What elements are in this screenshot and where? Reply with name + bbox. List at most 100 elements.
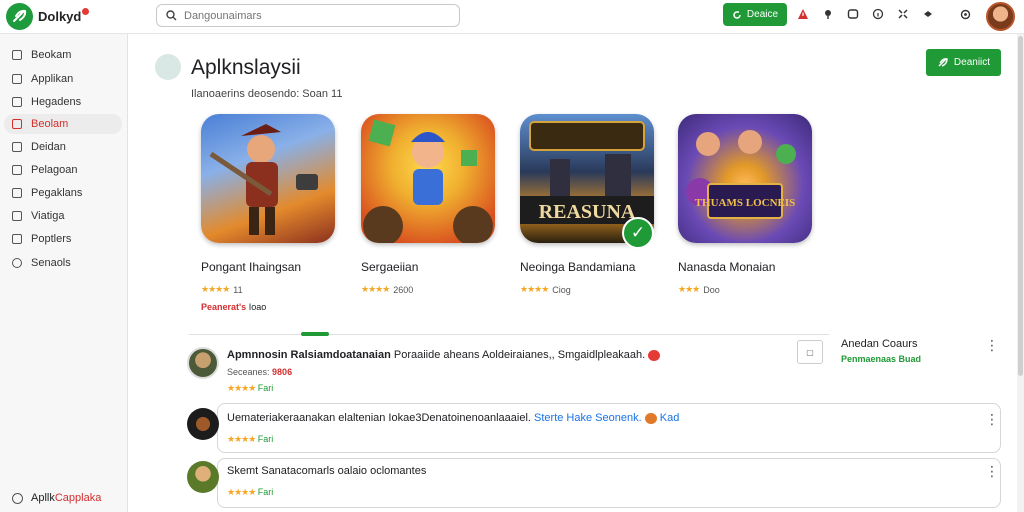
page-subtitle: Ilanoaerins deosendo: Soan 11 (191, 88, 343, 100)
main-action-label: Deaniict (953, 57, 991, 68)
rating-stars: ★★★★ (227, 487, 256, 497)
scrollbar-thumb[interactable] (1018, 36, 1023, 376)
sidebar-item-hegadens[interactable]: Hegadens (4, 92, 122, 112)
app-meta: ★★★ Doo (678, 284, 720, 295)
review-text-line: Apmnnosin Ralsiamdoatanaian Poraaiide ah… (227, 349, 661, 361)
sidebar-item-poptlers[interactable]: Poptlers (4, 229, 122, 249)
heart-icon (648, 349, 661, 361)
sidebar-item-label: Poptlers (31, 233, 72, 245)
sidebar-footer-text: ApllkCapplaka (31, 492, 101, 504)
pin-icon[interactable] (821, 7, 835, 21)
section-divider (189, 334, 829, 335)
leaf-logo-icon (6, 3, 33, 30)
doc-icon (12, 142, 22, 152)
review-rating: ★★★★ Fari (227, 383, 273, 394)
rating-stars: ★★★ (678, 284, 700, 294)
review-link[interactable]: Sterte Hake Seonenk. (534, 412, 642, 424)
app-extra: Peanerat's Ioao (201, 302, 266, 312)
app-logo[interactable]: Dolkyd (6, 3, 90, 30)
sidebar-item-beokam[interactable]: Beokam (4, 45, 122, 65)
thumbnail-overlay-text: THUAMS LOCNEIS (695, 197, 796, 209)
rating-tag: Fari (257, 434, 274, 444)
app-card[interactable]: THUAMS LOCNEIS Nanasda Monaian ★★★ Doo (678, 114, 828, 295)
app-name: Nanasda Monaian (678, 260, 776, 274)
refresh-icon (733, 10, 741, 19)
emoji-icon (644, 412, 657, 424)
rating-count: Doo (703, 284, 720, 295)
sidebar-item-label: Pegaklans (31, 187, 83, 199)
reviewer-avatar (187, 461, 219, 493)
top-action-button[interactable]: Deaice (723, 3, 787, 26)
rating-count: 11 (233, 284, 243, 295)
installed-check-icon: ✓ (622, 217, 654, 249)
rating-count: 2600 (393, 284, 414, 295)
app-extra-red: Peanerat's (201, 302, 247, 312)
sidebar-item-label: Applikan (31, 73, 74, 85)
settings-icon (12, 234, 22, 244)
app-name: Pongant Ihaingsan (201, 260, 302, 274)
app-thumbnail[interactable] (361, 114, 495, 243)
gear-icon (12, 258, 22, 268)
expand-icon[interactable] (921, 7, 935, 21)
top-bar: Dolkyd Deaice (0, 0, 1024, 34)
sidebar-item-label: Viatiga (31, 210, 65, 222)
review-sub: Seceanes: 9806 (227, 367, 292, 377)
review-item: Apmnnosin Ralsiamdoatanaian Poraaiide ah… (187, 347, 1001, 397)
settings-icon[interactable] (958, 7, 972, 21)
app-thumbnail[interactable]: THUAMS LOCNEIS (678, 114, 812, 243)
sidebar-item-beolam[interactable]: Beolam (4, 114, 122, 134)
gear-icon (12, 492, 23, 504)
home-icon (12, 50, 22, 60)
search-bar[interactable] (156, 4, 460, 27)
sidebar-item-deidan[interactable]: Deidan (4, 137, 122, 157)
search-icon (166, 10, 177, 21)
app-card[interactable]: Pongant Ihaingsan ★★★★ 11 Peanerat's Ioao (201, 114, 351, 312)
sidebar-item-senaols[interactable]: Senaols (4, 253, 122, 273)
reviewer-avatar (187, 347, 219, 379)
app-name: Dolkyd (38, 9, 82, 24)
notification-dot (82, 8, 90, 15)
app-thumbnail[interactable] (201, 114, 335, 243)
more-options-icon[interactable]: ⋮ (985, 411, 999, 428)
app-meta: ★★★★ 2600 (361, 284, 413, 295)
review-link-tail[interactable]: Kad (660, 412, 680, 424)
page-icon (155, 54, 181, 80)
review-text-line: Uemateriakeraanakan elaltenian Iokae3Den… (227, 412, 679, 424)
sidebar-item-pelagoan[interactable]: Pelagoan (4, 160, 122, 180)
review-text-line: Skemt Sanatacomarls oalaio oclomantes (227, 465, 426, 477)
people-icon (12, 165, 22, 175)
top-action-label: Deaice (746, 9, 779, 20)
sidebar-item-label: Hegadens (31, 96, 82, 108)
info-icon[interactable] (871, 7, 885, 21)
alert-icon[interactable] (796, 7, 810, 21)
image-icon (12, 211, 22, 221)
review-rating: ★★★★ Fari (227, 487, 273, 498)
star-icon (12, 119, 22, 129)
rating-stars: ★★★★ (227, 434, 256, 444)
app-card[interactable]: Sergaeiian ★★★★ 2600 (361, 114, 511, 295)
sidebar-item-viatiga[interactable]: Viatiga (4, 206, 122, 226)
rating-stars: ★★★★ (227, 383, 256, 393)
rating-stars: ★★★★ (361, 284, 390, 294)
main-content: Aplknslaysii Ilanoaerins deosendo: Soan … (129, 34, 1015, 512)
rating-stars: ★★★★ (520, 284, 549, 294)
review-text: Skemt Sanatacomarls oalaio oclomantes (227, 465, 427, 477)
main-action-button[interactable]: Deaniict (926, 49, 1001, 76)
app-extra-text: Ioao (248, 302, 267, 312)
sidebar-footer[interactable]: ApllkCapplaka (12, 492, 101, 504)
grid-icon[interactable] (896, 7, 910, 21)
more-options-icon[interactable]: ⋮ (985, 463, 999, 480)
sidebar: Beokam Applikan Hegadens Beolam Deidan P… (0, 34, 128, 512)
review-item: Uemateriakeraanakan elaltenian Iokae3Den… (187, 408, 1001, 454)
app-name: Sergaeiian (361, 260, 419, 274)
user-avatar[interactable] (986, 2, 1015, 31)
apps-icon (12, 74, 22, 84)
sidebar-item-pegaklans[interactable]: Pegaklans (4, 183, 122, 203)
rating-tag: Fari (257, 383, 274, 393)
search-input[interactable] (184, 9, 444, 22)
square-icon[interactable] (846, 7, 860, 21)
rating-stars: ★★★★ (201, 284, 230, 294)
chart-icon (12, 188, 22, 198)
leaf-icon (938, 58, 948, 67)
sidebar-item-applikan[interactable]: Applikan (4, 69, 122, 89)
